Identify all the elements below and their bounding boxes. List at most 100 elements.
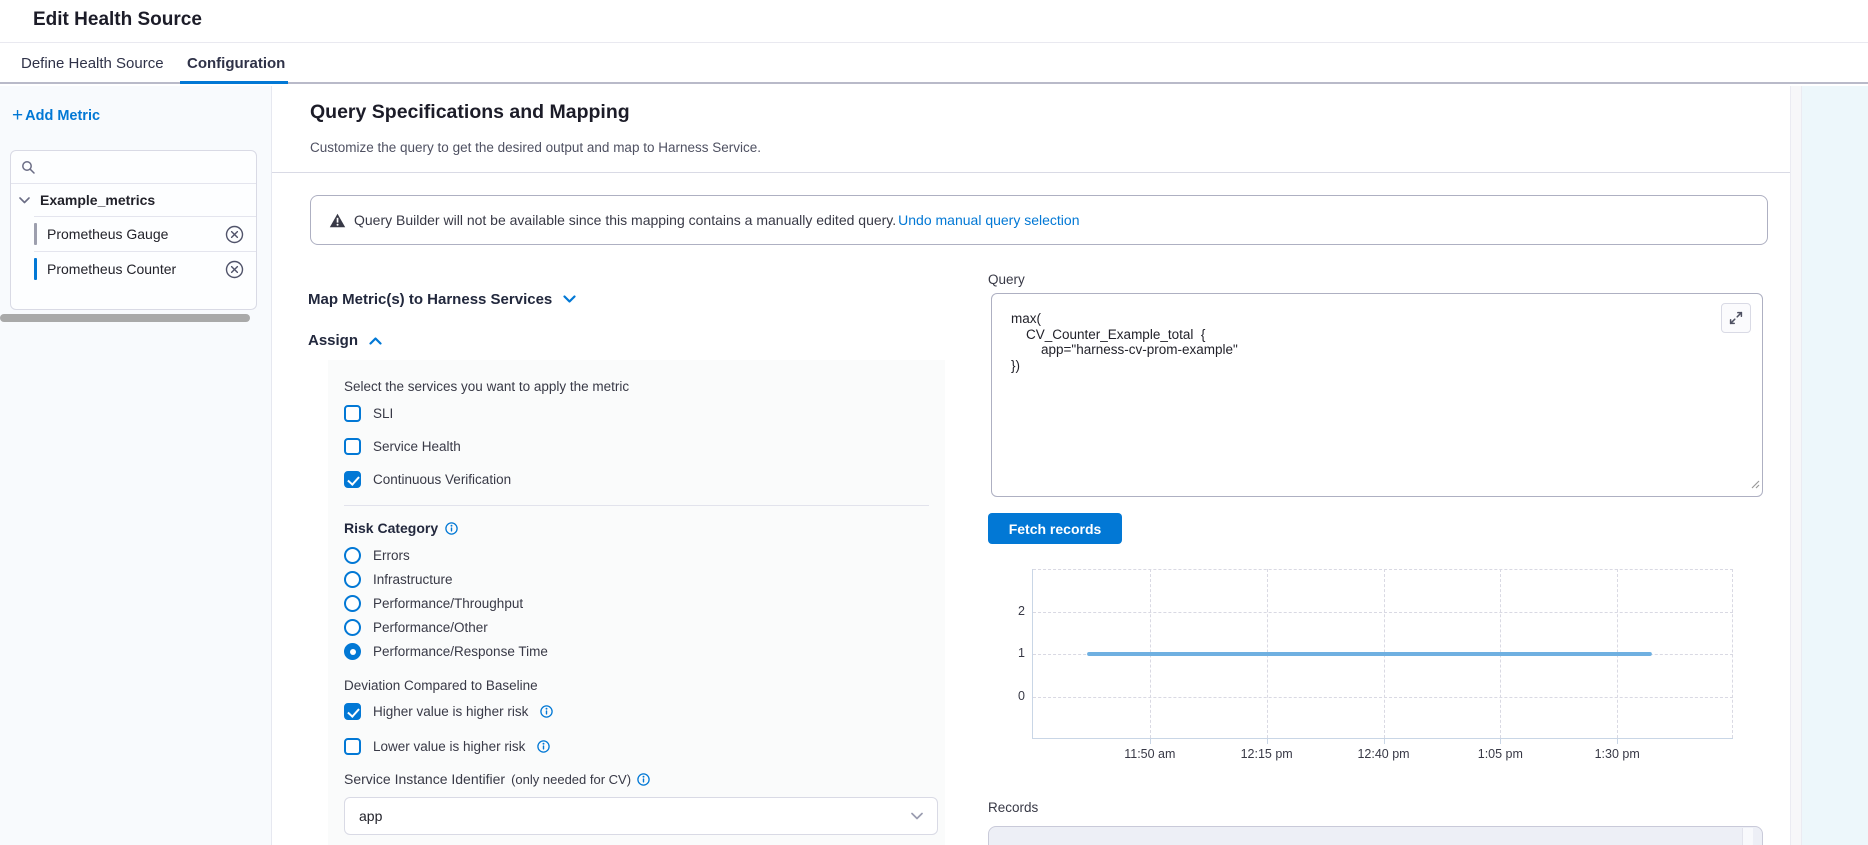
undo-manual-query-link[interactable]: Undo manual query selection bbox=[898, 212, 1079, 228]
metric-group-label: Example_metrics bbox=[40, 192, 155, 208]
radio-performance-other[interactable]: Performance/Other bbox=[344, 619, 488, 636]
metric-search-input[interactable] bbox=[42, 160, 246, 175]
tab-configuration[interactable]: Configuration bbox=[187, 44, 285, 82]
service-instance-identifier-label: Service Instance Identifier (only needed… bbox=[344, 771, 650, 787]
chevron-up-icon bbox=[369, 336, 382, 345]
metric-item-prometheus-counter[interactable]: Prometheus Counter bbox=[34, 251, 256, 286]
map-metrics-label: Map Metric(s) to Harness Services bbox=[308, 291, 552, 308]
checkbox-continuous-verification[interactable]: Continuous Verification bbox=[344, 471, 511, 488]
radio-label: Performance/Throughput bbox=[373, 596, 523, 611]
warning-text: Query Builder will not be available sinc… bbox=[354, 212, 896, 228]
metric-accent-bar bbox=[34, 223, 37, 245]
risk-category-text: Risk Category bbox=[344, 520, 438, 536]
radio-errors[interactable]: Errors bbox=[344, 547, 410, 564]
radio-infrastructure[interactable]: Infrastructure bbox=[344, 571, 453, 588]
metric-item-prometheus-gauge[interactable]: Prometheus Gauge bbox=[34, 216, 256, 251]
remove-metric-icon[interactable] bbox=[225, 260, 244, 279]
radio-label: Errors bbox=[373, 548, 410, 563]
radio-label: Performance/Other bbox=[373, 620, 488, 635]
chevron-down-icon bbox=[19, 197, 30, 204]
expand-icon bbox=[1728, 310, 1744, 326]
chart-y-tick-label: 2 bbox=[989, 604, 1025, 618]
query-editor[interactable]: max( CV_Counter_Example_total { app="har… bbox=[991, 293, 1763, 497]
metric-group-row[interactable]: Example_metrics bbox=[11, 184, 256, 216]
section-subheading: Customize the query to get the desired o… bbox=[310, 140, 761, 155]
checkbox-label: Service Health bbox=[373, 439, 461, 454]
metric-item-label: Prometheus Gauge bbox=[47, 226, 225, 242]
main-vertical-scrollbar[interactable] bbox=[1790, 86, 1802, 845]
records-scrollbar[interactable] bbox=[1742, 828, 1753, 845]
radio-icon bbox=[344, 619, 361, 636]
radio-icon bbox=[344, 595, 361, 612]
page-title: Edit Health Source bbox=[33, 9, 202, 31]
chart-x-tick-label: 12:40 pm bbox=[1357, 747, 1409, 761]
radio-performance-throughput[interactable]: Performance/Throughput bbox=[344, 595, 523, 612]
radio-icon bbox=[344, 571, 361, 588]
checkbox-icon bbox=[344, 738, 361, 755]
radio-icon bbox=[344, 547, 361, 564]
radio-performance-response-time[interactable]: Performance/Response Time bbox=[344, 643, 548, 660]
checkbox-service-health[interactable]: Service Health bbox=[344, 438, 461, 455]
chart-x-tick bbox=[1267, 739, 1268, 744]
title-bar: Edit Health Source bbox=[0, 0, 1868, 43]
query-text[interactable]: max( CV_Counter_Example_total { app="har… bbox=[1011, 311, 1238, 373]
add-metric-button[interactable]: + Add Metric bbox=[12, 108, 100, 124]
metric-item-label: Prometheus Counter bbox=[47, 261, 225, 277]
chevron-down-icon bbox=[911, 812, 923, 820]
chart-x-tick bbox=[1384, 739, 1385, 744]
service-instance-identifier-select[interactable]: app bbox=[344, 797, 938, 835]
query-result-chart: 01211:50 am12:15 pm12:40 pm1:05 pm1:30 p… bbox=[1032, 569, 1733, 739]
tab-define-health-source[interactable]: Define Health Source bbox=[21, 44, 164, 82]
info-icon[interactable] bbox=[445, 522, 458, 535]
radio-label: Infrastructure bbox=[373, 572, 453, 587]
records-panel bbox=[988, 826, 1763, 845]
fetch-records-button[interactable]: Fetch records bbox=[988, 513, 1122, 544]
add-metric-label: Add Metric bbox=[25, 108, 100, 124]
resize-handle[interactable] bbox=[1750, 476, 1760, 494]
services-prompt: Select the services you want to apply th… bbox=[344, 379, 629, 394]
checkbox-label: SLI bbox=[373, 406, 393, 421]
search-icon bbox=[21, 160, 35, 174]
info-icon[interactable] bbox=[537, 740, 550, 753]
checkbox-lower-value-higher-risk[interactable]: Lower value is higher risk bbox=[344, 738, 550, 755]
records-label: Records bbox=[988, 800, 1038, 815]
chevron-down-icon bbox=[563, 295, 576, 304]
sii-note-text: (only needed for CV) bbox=[511, 772, 631, 787]
radio-selected-icon bbox=[344, 643, 361, 660]
expand-query-button[interactable] bbox=[1721, 303, 1751, 333]
sii-label-text: Service Instance Identifier bbox=[344, 771, 505, 787]
metric-accent-bar bbox=[34, 258, 37, 280]
deviation-label: Deviation Compared to Baseline bbox=[344, 678, 538, 693]
chart-y-tick-label: 0 bbox=[989, 689, 1025, 703]
chart-x-tick-label: 1:05 pm bbox=[1478, 747, 1523, 761]
assign-panel: Select the services you want to apply th… bbox=[328, 360, 945, 845]
metric-search-row bbox=[11, 151, 256, 184]
info-icon[interactable] bbox=[637, 773, 650, 786]
checkbox-higher-value-higher-risk[interactable]: Higher value is higher risk bbox=[344, 703, 553, 720]
section-heading: Query Specifications and Mapping bbox=[310, 101, 630, 124]
sii-select-value: app bbox=[359, 808, 911, 824]
divider bbox=[272, 172, 1790, 173]
metrics-sidebar: + Add Metric Example_metrics Prometheus … bbox=[0, 86, 272, 845]
remove-metric-icon[interactable] bbox=[225, 225, 244, 244]
info-icon[interactable] bbox=[540, 705, 553, 718]
warning-icon bbox=[329, 213, 346, 228]
chart-x-tick bbox=[1150, 739, 1151, 744]
chart-x-tick bbox=[1617, 739, 1618, 744]
checkbox-label: Higher value is higher risk bbox=[373, 704, 528, 719]
sidebar-horizontal-scrollbar[interactable] bbox=[0, 314, 250, 322]
page-background bbox=[1802, 86, 1868, 845]
checkbox-label: Lower value is higher risk bbox=[373, 739, 525, 754]
checkbox-sli[interactable]: SLI bbox=[344, 405, 393, 422]
risk-category-label: Risk Category bbox=[344, 520, 458, 536]
assign-section-toggle[interactable]: Assign bbox=[308, 332, 382, 349]
map-metrics-section-toggle[interactable]: Map Metric(s) to Harness Services bbox=[308, 291, 576, 308]
chart-series-line bbox=[1033, 569, 1734, 739]
checkbox-label: Continuous Verification bbox=[373, 472, 511, 487]
checkbox-checked-icon bbox=[344, 703, 361, 720]
edit-health-source-drawer: Edit Health Source Define Health Source … bbox=[0, 0, 1868, 845]
checkbox-icon bbox=[344, 438, 361, 455]
checkbox-checked-icon bbox=[344, 471, 361, 488]
metric-list-panel: Example_metrics Prometheus Gauge Prometh… bbox=[10, 150, 257, 310]
divider bbox=[344, 505, 929, 506]
